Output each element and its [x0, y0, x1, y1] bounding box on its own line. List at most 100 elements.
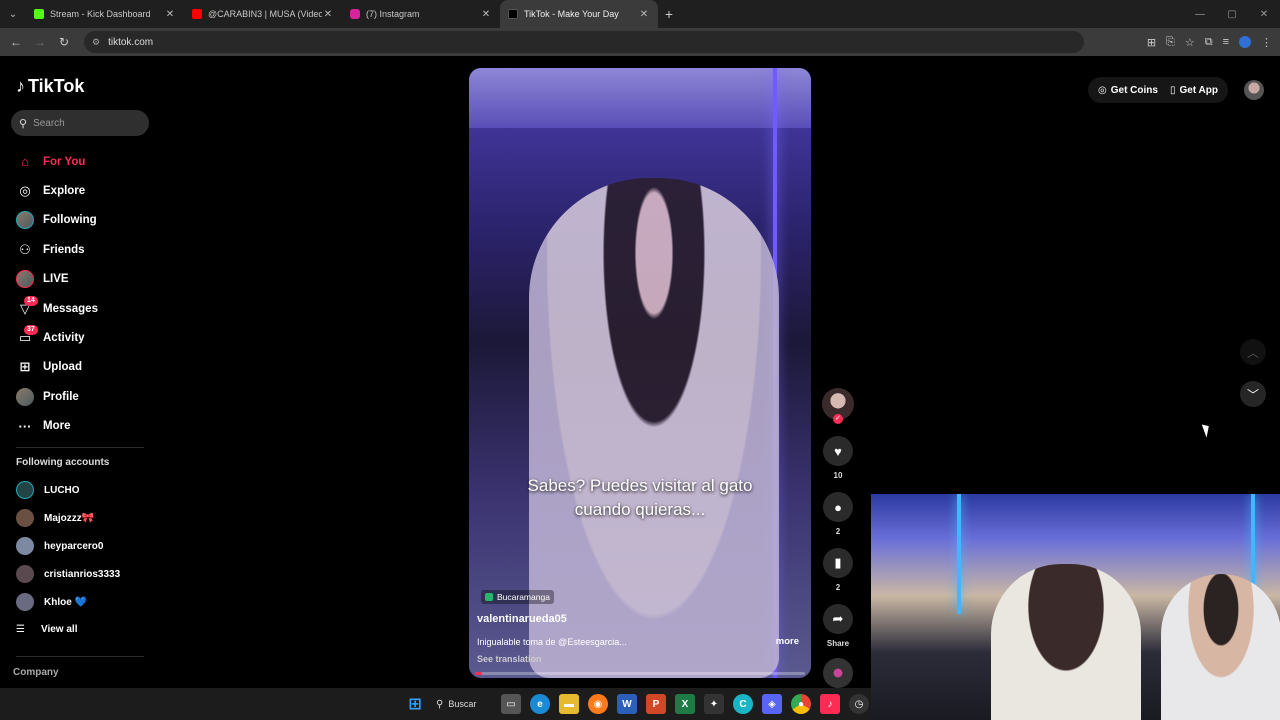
- tiktok-logo[interactable]: ♪ TikTok: [16, 76, 84, 97]
- windows-start-icon[interactable]: ⊞: [405, 694, 425, 714]
- following-account-item[interactable]: cristianrios3333: [16, 560, 120, 588]
- get-coins-button[interactable]: ◎ Get Coins: [1088, 77, 1164, 103]
- nav-item-activity[interactable]: ▭ 37 Activity: [16, 323, 98, 352]
- address-bar[interactable]: ⚙ tiktok.com: [84, 31, 1084, 53]
- comment-icon[interactable]: ●: [823, 492, 853, 522]
- music-disc-icon[interactable]: [823, 658, 853, 688]
- nav-item-upload[interactable]: ⊞ Upload: [16, 353, 98, 382]
- bookmark-star-icon[interactable]: ☆: [1185, 36, 1195, 49]
- nav-label: For You: [43, 155, 86, 168]
- reload-icon[interactable]: ↻: [52, 35, 76, 49]
- profile-avatar-icon[interactable]: [1239, 36, 1251, 48]
- tab-search-icon[interactable]: ⌄: [0, 0, 26, 28]
- tiktok-sidebar: ♪ TikTok ⚲ Search ⌂ For You ◎ Explore Fo…: [0, 58, 160, 688]
- bookmark-icon[interactable]: ▮: [823, 548, 853, 578]
- browser-tab-youtube[interactable]: @CARABIN3 | MUSA (Video O ✕: [184, 0, 342, 28]
- close-tab-icon[interactable]: ✕: [322, 9, 334, 20]
- video-player[interactable]: Sabes? Puedes visitar al gato cuando qui…: [469, 68, 811, 678]
- nav-item-live[interactable]: LIVE: [16, 265, 98, 294]
- gamepad-icon[interactable]: ◈: [762, 694, 782, 714]
- nav-item-explore[interactable]: ◎ Explore: [16, 176, 98, 205]
- media-control-icon[interactable]: ≡: [1223, 36, 1229, 48]
- taskbar-search[interactable]: ⚲ Buscar: [434, 699, 492, 710]
- user-avatar[interactable]: [1244, 80, 1264, 100]
- following-account-item[interactable]: LUCHO: [16, 476, 120, 504]
- video-author[interactable]: valentinarueda05: [477, 613, 567, 625]
- word-icon[interactable]: W: [617, 694, 637, 714]
- see-translation-link[interactable]: See translation: [477, 654, 542, 664]
- new-tab-icon[interactable]: +: [658, 6, 680, 22]
- following-account-item[interactable]: Khloe 💙: [16, 588, 120, 616]
- tiktok-app-icon[interactable]: ♪: [820, 694, 840, 714]
- video-actions: ✓ ♥ 10 ● 2 ▮ 2 ➦ Share: [820, 388, 856, 688]
- video-progress-bar[interactable]: [475, 672, 805, 675]
- file-explorer-icon[interactable]: ▬: [559, 694, 579, 714]
- save-action[interactable]: ▮ 2: [820, 548, 856, 592]
- account-avatar: [16, 509, 34, 527]
- close-tab-icon[interactable]: ✕: [164, 9, 176, 20]
- share-action[interactable]: ➦ Share: [820, 604, 856, 648]
- tab-label: TikTok - Make Your Day: [524, 9, 619, 19]
- search-input[interactable]: ⚲ Search: [11, 110, 149, 136]
- browser-tab-tiktok[interactable]: TikTok - Make Your Day ✕: [500, 0, 658, 28]
- close-window-icon[interactable]: ✕: [1248, 9, 1280, 20]
- excel-icon[interactable]: X: [675, 694, 695, 714]
- location-tag[interactable]: Bucaramanga: [481, 590, 554, 604]
- settings-app-icon[interactable]: ✦: [704, 694, 724, 714]
- nav-item-more[interactable]: ··· More: [16, 412, 98, 441]
- nav-item-profile[interactable]: Profile: [16, 382, 98, 411]
- maximize-icon[interactable]: ▢: [1216, 9, 1248, 20]
- heart-icon[interactable]: ♥: [823, 436, 853, 466]
- location-label: Bucaramanga: [497, 592, 550, 602]
- like-action[interactable]: ♥ 10: [820, 436, 856, 480]
- firefox-icon[interactable]: ◉: [588, 694, 608, 714]
- kick-favicon-icon: [34, 9, 44, 19]
- video-caption: Sabes? Puedes visitar al gato cuando qui…: [469, 474, 811, 522]
- friends-icon: ⚇: [19, 241, 31, 257]
- chrome-icon[interactable]: ●: [791, 694, 811, 714]
- close-tab-icon[interactable]: ✕: [638, 9, 650, 20]
- nav-item-messages[interactable]: ▽ 14 Messages: [16, 294, 98, 323]
- next-video-button[interactable]: ﹀: [1240, 381, 1266, 407]
- video-progress-fill: [475, 672, 482, 675]
- windows-taskbar: ⊞ ⚲ Buscar ▭ e ▬ ◉ W P X ✦ C ◈ ● ♪ ◷: [0, 688, 871, 720]
- forward-icon[interactable]: →: [28, 35, 52, 49]
- nav-item-friends[interactable]: ⚇ Friends: [16, 235, 98, 264]
- view-all-button[interactable]: ☰ View all: [16, 624, 77, 635]
- following-account-item[interactable]: heyparcero0: [16, 532, 120, 560]
- browser-tab-instagram[interactable]: (7) Instagram ✕: [342, 0, 500, 28]
- compass-icon: ◎: [19, 183, 31, 199]
- previous-video-button[interactable]: ︿: [1240, 339, 1266, 365]
- back-icon[interactable]: ←: [4, 35, 28, 49]
- nav-item-for-you[interactable]: ⌂ For You: [16, 147, 98, 176]
- powerpoint-icon[interactable]: P: [646, 694, 666, 714]
- clock-app-icon[interactable]: ◷: [849, 694, 869, 714]
- video-description: Inigualable toma de @Esteesgarcia...: [477, 637, 627, 647]
- account-avatar: [16, 481, 34, 499]
- browser-tab-kick[interactable]: Stream - Kick Dashboard ✕: [26, 0, 184, 28]
- canva-icon[interactable]: C: [733, 694, 753, 714]
- follow-plus-icon[interactable]: ✓: [833, 414, 843, 424]
- company-link[interactable]: Company: [13, 667, 59, 678]
- following-accounts-title: Following accounts: [16, 457, 110, 468]
- get-app-button[interactable]: ▯ Get App: [1163, 77, 1228, 103]
- nav-item-following[interactable]: Following: [16, 206, 98, 235]
- edge-icon[interactable]: e: [530, 694, 550, 714]
- close-tab-icon[interactable]: ✕: [480, 9, 492, 20]
- more-button[interactable]: more: [776, 636, 799, 647]
- menu-kebab-icon[interactable]: ⋮: [1261, 36, 1272, 49]
- nav-label: Messages: [43, 302, 98, 315]
- install-app-icon[interactable]: ⎘: [1166, 36, 1175, 49]
- get-app-label: Get App: [1179, 84, 1218, 96]
- translate-icon[interactable]: ⊞: [1147, 36, 1156, 49]
- following-account-item[interactable]: Majozzz🎀: [16, 504, 120, 532]
- share-label: Share: [826, 639, 850, 648]
- share-arrow-icon[interactable]: ➦: [823, 604, 853, 634]
- creator-avatar[interactable]: ✓: [822, 388, 854, 424]
- extensions-icon[interactable]: ⧉: [1205, 36, 1213, 49]
- minimize-icon[interactable]: —: [1184, 9, 1216, 20]
- site-info-icon[interactable]: ⚙: [92, 37, 100, 48]
- coin-icon: ◎: [1098, 84, 1107, 96]
- task-view-icon[interactable]: ▭: [501, 694, 521, 714]
- comment-action[interactable]: ● 2: [820, 492, 856, 536]
